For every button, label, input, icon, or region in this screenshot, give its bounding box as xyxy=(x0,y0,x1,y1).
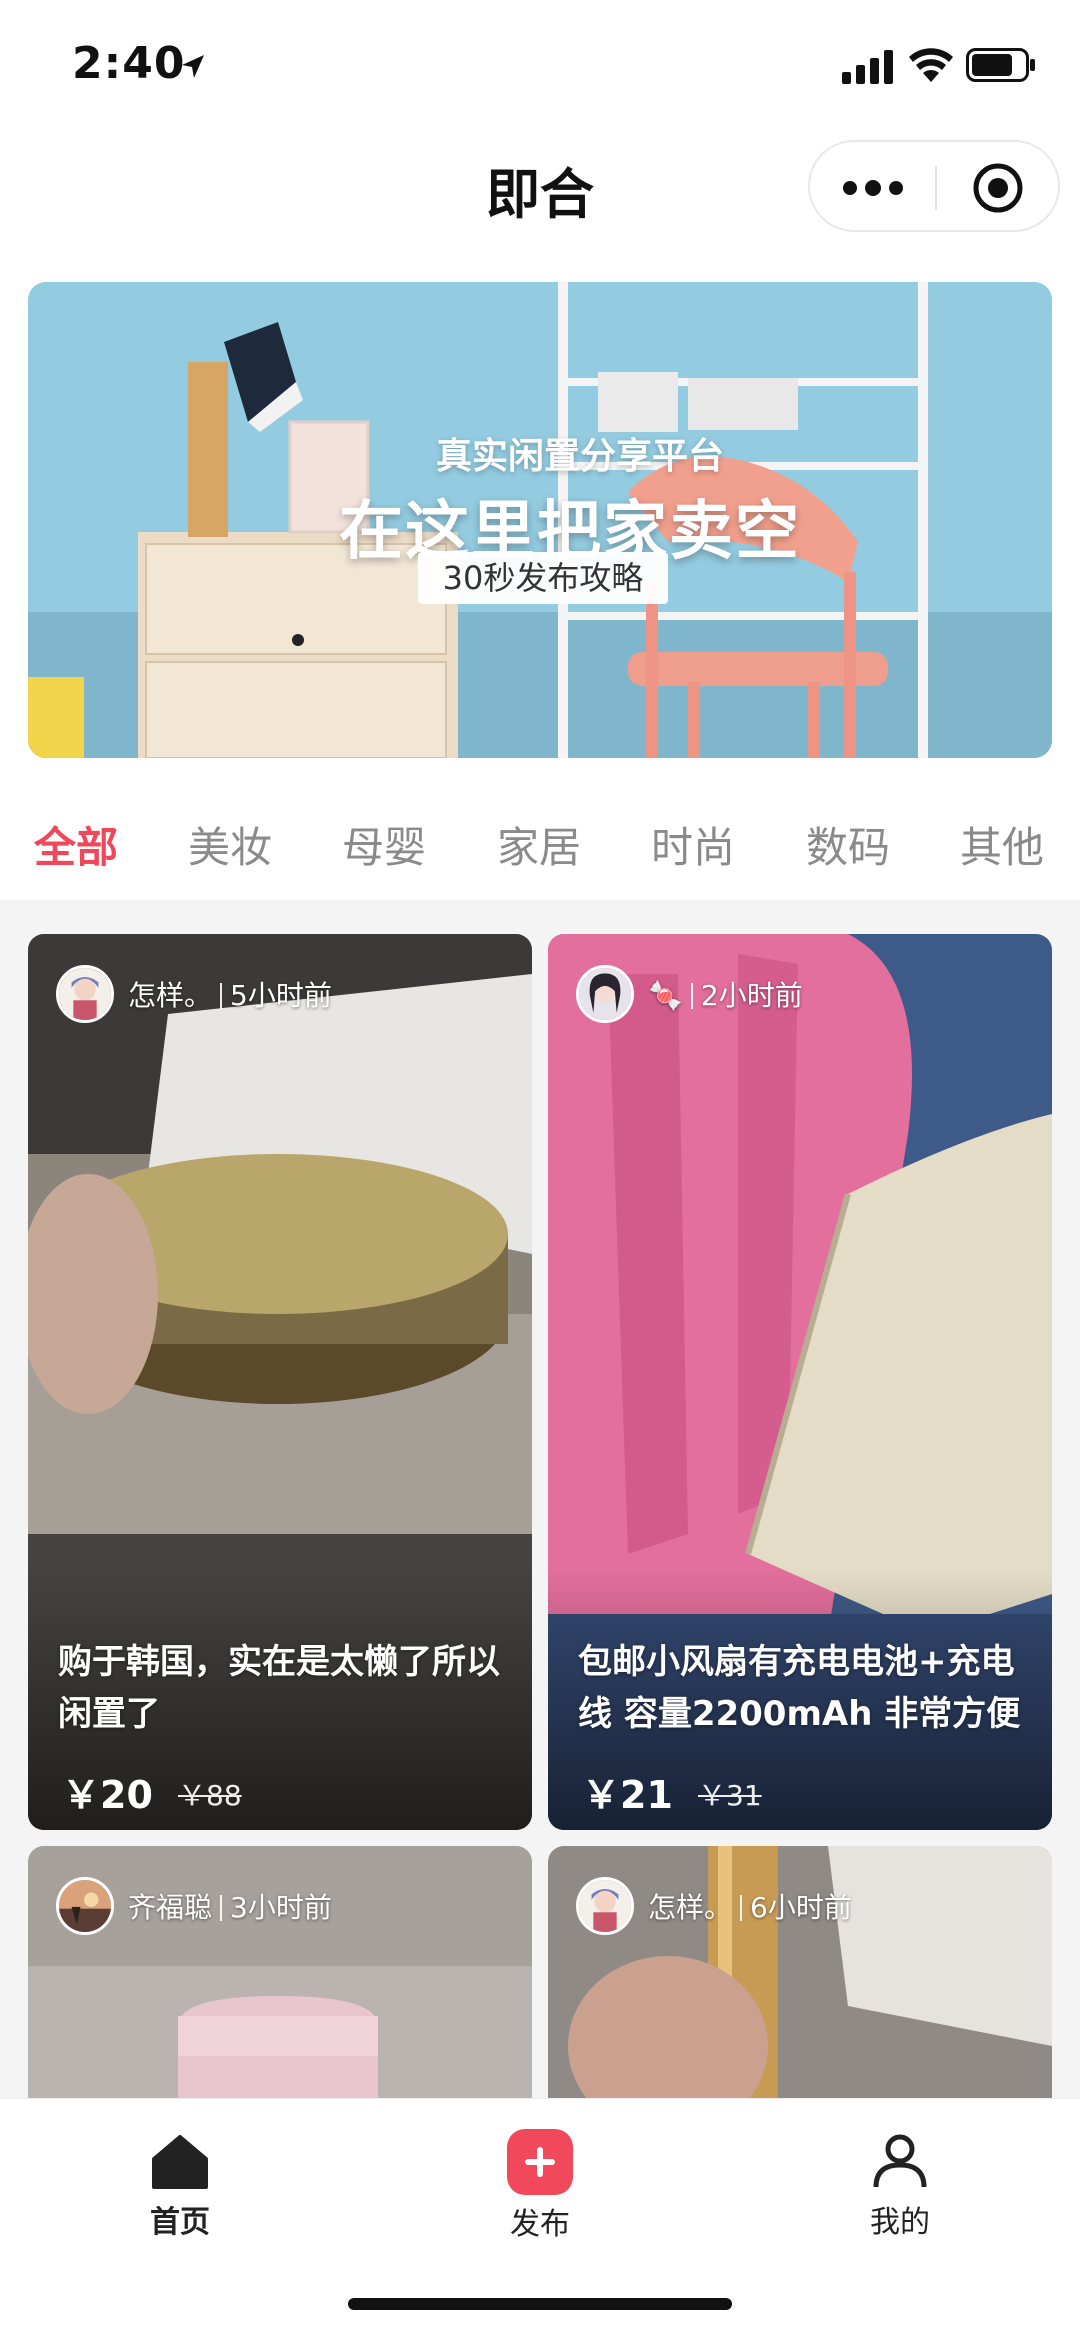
card-header: 怎样。 6小时前 xyxy=(576,1876,852,1936)
banner-subtitle: 真实闲置分享平台 xyxy=(435,436,724,477)
plus-icon xyxy=(507,2129,573,2195)
username: 🍬 xyxy=(648,979,683,1012)
avatar[interactable] xyxy=(576,965,634,1023)
username: 怎样。 xyxy=(128,979,213,1012)
tab-beauty[interactable]: 美妆 xyxy=(188,814,272,875)
promo-banner[interactable]: 真实闲置分享平台 在这里把家卖空 30秒发布攻略 xyxy=(28,282,1052,758)
avatar[interactable] xyxy=(56,965,114,1023)
item-price: ￥21 xyxy=(582,1773,673,1817)
username: 怎样。 xyxy=(648,1891,733,1924)
meta-separator xyxy=(690,983,693,1009)
feed-card[interactable]: 怎样。 5小时前 购于韩国，实在是太懒了所以闲置了 ￥20 ￥88 xyxy=(28,934,532,1830)
wifi-icon xyxy=(909,48,953,82)
tabbar-publish[interactable]: 发布 xyxy=(460,2129,620,2243)
card-header: 怎样。 5小时前 xyxy=(56,964,332,1024)
feed-card[interactable]: 🍬 2小时前 包邮小风扇有充电电池+充电线 容量2200mAh 非常方便 ￥21 … xyxy=(548,934,1052,1830)
user-icon xyxy=(873,2134,927,2188)
battery-icon xyxy=(966,48,1035,82)
status-time: 2:40 xyxy=(72,38,186,89)
avatar[interactable] xyxy=(56,1877,114,1935)
tab-digital[interactable]: 数码 xyxy=(806,814,890,875)
tab-all[interactable]: 全部 xyxy=(34,814,118,875)
category-tabs: 全部 美妆 母婴 家居 时尚 数码 其他 xyxy=(0,800,1080,890)
mini-program-capsule xyxy=(808,140,1060,232)
tab-other[interactable]: 其他 xyxy=(960,814,1044,875)
tabbar-publish-label: 发布 xyxy=(510,2207,570,2242)
home-indicator xyxy=(348,2298,732,2310)
tab-home[interactable]: 家居 xyxy=(497,814,581,875)
tab-fashion[interactable]: 时尚 xyxy=(651,814,735,875)
meta-separator xyxy=(220,983,223,1009)
banner-guide-button[interactable]: 30秒发布攻略 xyxy=(418,552,668,604)
post-time: 5小时前 xyxy=(230,979,332,1012)
screen: 2:40 即合 真实闲置分享平台 在这里把家卖空 30秒发布攻略 全部 美妆 母… xyxy=(0,0,1080,2338)
item-price: ￥20 xyxy=(62,1773,153,1817)
tabbar-mine-label: 我的 xyxy=(870,2205,930,2240)
location-arrow-icon xyxy=(182,55,204,78)
meta-separator xyxy=(220,1895,223,1921)
item-original-price: ￥88 xyxy=(178,1779,242,1812)
avatar[interactable] xyxy=(576,1877,634,1935)
item-title: 购于韩国，实在是太懒了所以闲置了 xyxy=(58,1642,500,1734)
tabbar-home-label: 首页 xyxy=(150,2205,210,2240)
cellular-signal-icon xyxy=(842,50,893,84)
item-title: 包邮小风扇有充电电池+充电线 容量2200mAh 非常方便 xyxy=(578,1642,1021,1734)
more-icon[interactable] xyxy=(838,168,908,208)
card-meta: 🍬 2小时前 xyxy=(648,974,803,1014)
tabbar-mine[interactable]: 我的 xyxy=(820,2129,980,2241)
home-icon xyxy=(152,2135,208,2189)
username: 齐福聪 xyxy=(128,1891,213,1924)
post-time: 2小时前 xyxy=(700,979,803,1012)
post-time: 6小时前 xyxy=(750,1891,852,1924)
tabbar-home[interactable]: 首页 xyxy=(100,2129,260,2241)
status-bar: 2:40 xyxy=(0,0,1080,120)
card-header: 齐福聪 3小时前 xyxy=(56,1876,332,1936)
card-header: 🍬 2小时前 xyxy=(576,964,803,1024)
capsule-divider xyxy=(935,166,937,210)
item-original-price: ￥31 xyxy=(698,1779,762,1812)
close-target-icon[interactable] xyxy=(970,160,1026,216)
post-time: 3小时前 xyxy=(230,1891,332,1924)
tab-baby[interactable]: 母婴 xyxy=(342,814,426,875)
card-meta: 齐福聪 3小时前 xyxy=(128,1886,332,1926)
meta-separator xyxy=(740,1895,743,1921)
card-meta: 怎样。 5小时前 xyxy=(128,974,332,1014)
card-meta: 怎样。 6小时前 xyxy=(648,1886,852,1926)
